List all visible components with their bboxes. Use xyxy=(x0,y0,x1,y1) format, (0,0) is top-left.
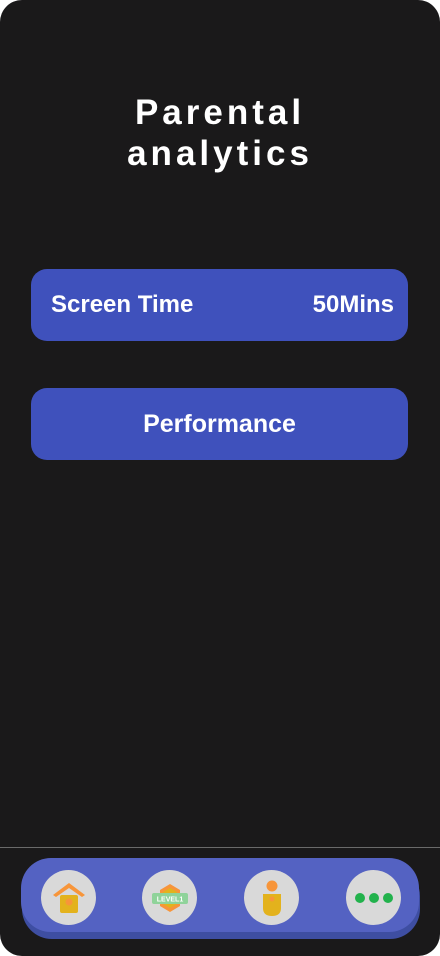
screen-time-label: Screen Time xyxy=(51,291,194,318)
page-title-line2: analytics xyxy=(127,134,313,173)
screen-time-card[interactable]: Screen Time 50Mins xyxy=(31,269,408,341)
person-icon xyxy=(262,880,281,916)
nav-divider xyxy=(0,847,440,848)
nav-level-button[interactable]: LEVEL1 xyxy=(142,870,197,925)
bottom-nav: LEVEL1 xyxy=(21,858,419,932)
page-title-line1: Parental xyxy=(134,93,306,132)
nav-profile-button[interactable] xyxy=(244,870,299,925)
level-badge-text: LEVEL1 xyxy=(156,896,183,903)
screen-time-value: 50Mins xyxy=(312,291,394,318)
level-badge-icon: LEVEL1 xyxy=(151,883,188,912)
parental-analytics-screen: Parental analytics Screen Time 50Mins Pe… xyxy=(0,0,440,956)
more-dots-icon xyxy=(354,892,393,903)
performance-label: Performance xyxy=(143,409,296,438)
page-title: Parental analytics xyxy=(0,92,440,174)
home-icon xyxy=(52,882,85,913)
nav-more-button[interactable] xyxy=(346,870,401,925)
nav-home-button[interactable] xyxy=(41,870,96,925)
performance-button[interactable]: Performance xyxy=(31,388,408,460)
